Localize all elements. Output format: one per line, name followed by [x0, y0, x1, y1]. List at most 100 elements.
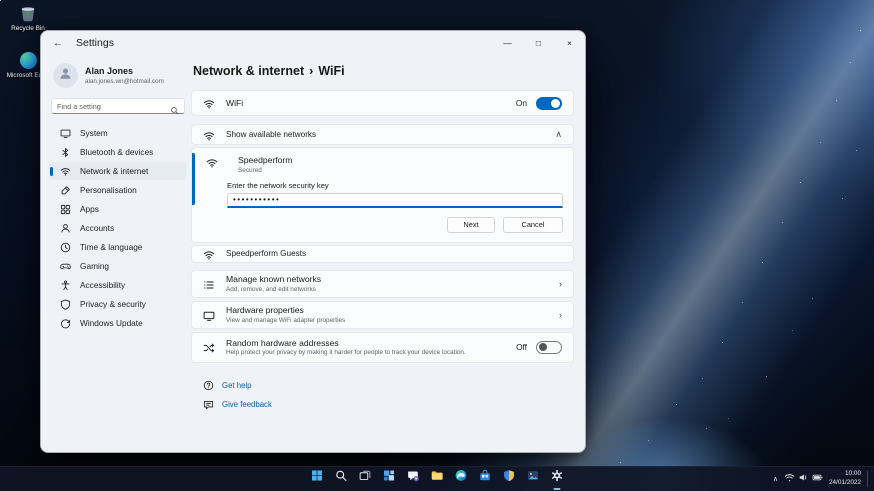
- give-feedback-label: Give feedback: [222, 400, 272, 409]
- clock-time: 10:00: [829, 470, 861, 479]
- random-addresses-row: Random hardware addresses Help protect y…: [191, 332, 574, 363]
- main-pane: Network & internet › WiFi WiFi On Show a…: [191, 55, 585, 452]
- sidebar-item-label: Windows Update: [80, 318, 143, 328]
- chat-icon: [407, 469, 420, 487]
- sidebar-item-gaming[interactable]: Gaming: [49, 257, 187, 275]
- sidebar-item-label: Personalisation: [80, 185, 137, 195]
- edge-icon: [455, 469, 468, 487]
- sidebar-item-windows-update[interactable]: Windows Update: [49, 314, 187, 332]
- store-button[interactable]: [476, 468, 495, 487]
- taskbar-clock[interactable]: 10:00 24/01/2022: [829, 470, 861, 487]
- network-connect-panel: Speedperform Secured Enter the network s…: [191, 147, 574, 243]
- sidebar-item-apps[interactable]: Apps: [49, 200, 187, 218]
- sidebar-item-label: Network & internet: [80, 166, 148, 176]
- minimize-icon: —: [503, 38, 512, 48]
- back-button[interactable]: ←: [45, 32, 71, 54]
- breadcrumb-separator: ›: [309, 64, 313, 78]
- close-icon: ×: [567, 38, 572, 48]
- hidden-icons-chevron[interactable]: ∧: [773, 475, 778, 483]
- close-button[interactable]: ×: [554, 31, 585, 55]
- network-secured-label: Secured: [238, 167, 292, 174]
- bluetooth-icon: [60, 147, 71, 158]
- maximize-button[interactable]: □: [523, 31, 554, 55]
- get-help-link[interactable]: Get help: [203, 380, 574, 391]
- sidebar-item-personalisation[interactable]: Personalisation: [49, 181, 187, 199]
- update-icon: [60, 318, 71, 329]
- security-button[interactable]: [500, 468, 519, 487]
- chevron-right-icon: ›: [559, 279, 562, 289]
- accessibility-icon: [60, 280, 71, 291]
- edge-button[interactable]: [452, 468, 471, 487]
- start-button[interactable]: [308, 468, 327, 487]
- search-icon: [335, 469, 348, 487]
- titlebar[interactable]: ← Settings — □ ×: [41, 31, 585, 55]
- settings-search[interactable]: [51, 98, 185, 114]
- task-view-button[interactable]: [356, 468, 375, 487]
- profile-card[interactable]: Alan Jones alan.jones.wn@hotmail.com: [53, 63, 187, 88]
- random-addresses-toggle[interactable]: [536, 341, 562, 354]
- breadcrumb-parent[interactable]: Network & internet: [193, 64, 304, 78]
- manage-networks-row[interactable]: Manage known networks Add, remove, and e…: [191, 270, 574, 298]
- give-feedback-link[interactable]: Give feedback: [203, 399, 574, 410]
- next-button[interactable]: Next: [447, 217, 495, 233]
- sidebar-item-accessibility[interactable]: Accessibility: [49, 276, 187, 294]
- sidebar-item-privacy[interactable]: Privacy & security: [49, 295, 187, 313]
- sidebar-item-label: Accounts: [80, 223, 114, 233]
- sidebar: Alan Jones alan.jones.wn@hotmail.com Sys…: [41, 55, 191, 452]
- edge-icon: [18, 50, 38, 70]
- guest-network-row[interactable]: Speedperform Guests: [191, 245, 574, 263]
- cancel-button-label: Cancel: [521, 220, 544, 229]
- search-input[interactable]: [57, 102, 170, 111]
- get-help-label: Get help: [222, 381, 251, 390]
- hardware-properties-row[interactable]: Hardware properties View and manage WiFi…: [191, 301, 574, 329]
- chat-button[interactable]: [404, 468, 423, 487]
- clock-date: 24/01/2022: [829, 479, 861, 488]
- chevron-right-icon: ›: [559, 310, 562, 320]
- random-addresses-state: Off: [516, 342, 527, 352]
- security-key-prompt: Enter the network security key: [227, 181, 563, 190]
- hardware-properties-subtitle: View and manage WiFi adapter properties: [226, 317, 345, 324]
- sidebar-item-time-language[interactable]: Time & language: [49, 238, 187, 256]
- sidebar-item-label: System: [80, 128, 108, 138]
- file-explorer-icon: [431, 469, 444, 487]
- breadcrumb: Network & internet › WiFi: [193, 64, 574, 78]
- sidebar-item-label: Gaming: [80, 261, 109, 271]
- wifi-toggle[interactable]: [536, 97, 562, 110]
- apps-icon: [60, 204, 71, 215]
- widgets-button[interactable]: [380, 468, 399, 487]
- sidebar-item-accounts[interactable]: Accounts: [49, 219, 187, 237]
- search-icon: [170, 102, 179, 111]
- tray-status-icons[interactable]: [784, 470, 823, 488]
- security-key-input[interactable]: [227, 193, 563, 208]
- accounts-icon: [60, 223, 71, 234]
- file-explorer-button[interactable]: [428, 468, 447, 487]
- settings-window: ← Settings — □ × Alan Jones alan.jones.w…: [40, 30, 586, 453]
- cancel-button[interactable]: Cancel: [503, 217, 563, 233]
- wifi-networks-icon: [203, 129, 215, 141]
- taskbar: ∧ 10:00 24/01/2022: [0, 466, 874, 491]
- taskbar-search-button[interactable]: [332, 468, 351, 487]
- chevron-up-icon: ∧: [555, 129, 562, 140]
- sidebar-item-network[interactable]: Network & internet: [49, 162, 187, 180]
- photos-button[interactable]: [524, 468, 543, 487]
- minimize-button[interactable]: —: [492, 31, 523, 55]
- sidebar-item-bluetooth[interactable]: Bluetooth & devices: [49, 143, 187, 161]
- show-networks-row[interactable]: Show available networks ∧: [191, 124, 574, 145]
- desktop-icon-label: Recycle Bin: [11, 25, 45, 32]
- show-desktop-button[interactable]: [867, 471, 870, 487]
- maximize-icon: □: [536, 38, 541, 48]
- sidebar-item-system[interactable]: System: [49, 124, 187, 142]
- desktop-icon-recycle-bin[interactable]: Recycle Bin: [0, 3, 56, 32]
- wifi-guest-icon: [203, 248, 215, 260]
- wifi-icon: [203, 97, 215, 109]
- recycle-bin-icon: [18, 3, 38, 23]
- monitor-icon: [203, 309, 215, 321]
- profile-email: alan.jones.wn@hotmail.com: [85, 78, 164, 85]
- wifi-secured-icon: [206, 156, 218, 168]
- next-button-label: Next: [463, 220, 478, 229]
- settings-taskbar-button[interactable]: [548, 468, 567, 487]
- store-icon: [479, 469, 492, 487]
- system-icon: [60, 128, 71, 139]
- privacy-icon: [60, 299, 71, 310]
- tray-volume-icon: [798, 470, 809, 488]
